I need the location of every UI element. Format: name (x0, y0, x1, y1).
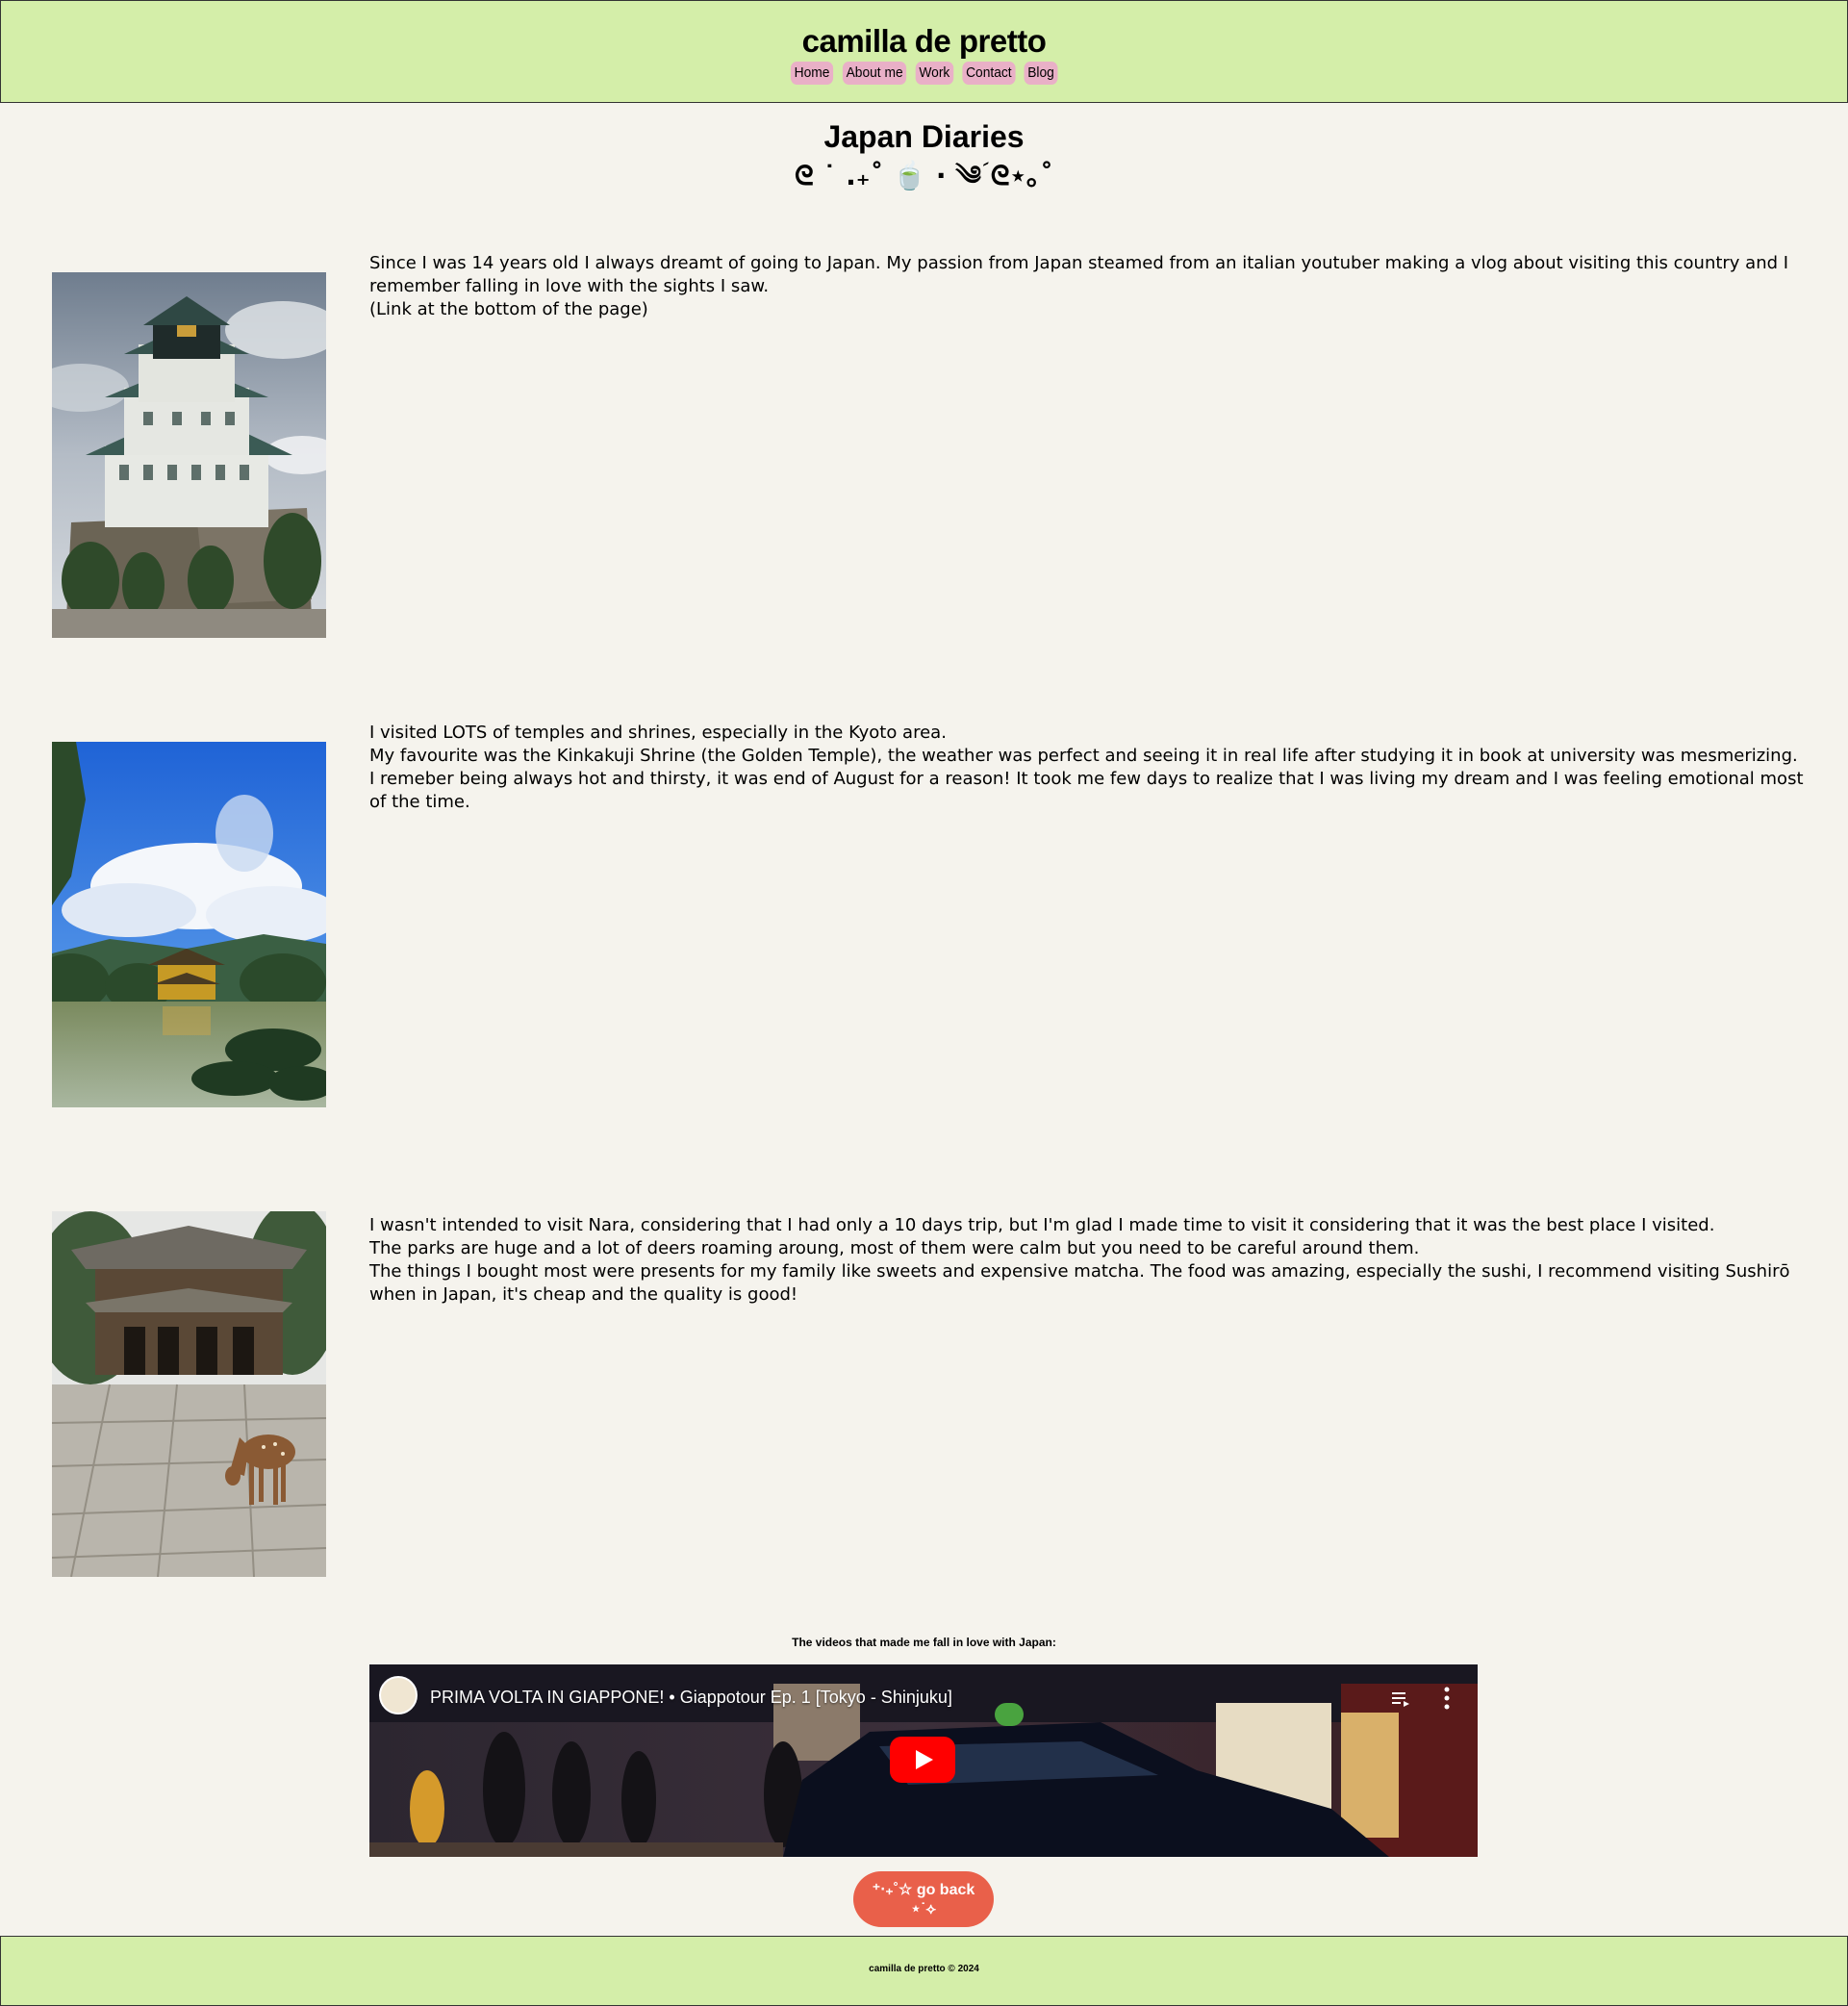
video-title[interactable]: PRIMA VOLTA IN GIAPPONE! • Giappotour Ep… (430, 1686, 952, 1709)
entry-1-text: Since I was 14 years old I always dreamt… (369, 252, 1822, 321)
nav-blog[interactable]: Blog (1024, 62, 1058, 85)
nav-contact[interactable]: Contact (962, 62, 1016, 85)
more-vertical-icon[interactable] (1443, 1686, 1451, 1711)
osaka-castle-image (52, 272, 326, 638)
entry-1-paragraph-1: Since I was 14 years old I always dreamt… (369, 253, 1789, 296)
page-title: Japan Diaries (823, 119, 1025, 154)
footer-copyright: camilla de pretto © 2024 (869, 1964, 979, 1974)
nav-about-me[interactable]: About me (843, 62, 907, 85)
entry-3-paragraph-2: The parks are huge and a lot of deers ro… (369, 1238, 1420, 1258)
go-back-button[interactable]: ⁺‧₊˚☆ go back ⋆˙⟡ (853, 1871, 994, 1927)
site-title: camilla de pretto (801, 23, 1047, 59)
entry-2-paragraph-1: I visited LOTS of temples and shrines, e… (369, 723, 947, 743)
site-header: camilla de pretto Home About me Work Con… (0, 0, 1848, 103)
decorative-emoji-line: ᘓ ˙ .₊˚ 🍵 · ༄ؘ ᘓ⋆｡˚ (794, 160, 1054, 191)
kinkakuji-image (52, 742, 326, 1107)
site-footer: camilla de pretto © 2024 (0, 1936, 1848, 2006)
playlist-queue-icon[interactable] (1391, 1689, 1410, 1709)
videos-heading: The videos that made me fall in love wit… (792, 1636, 1056, 1649)
entry-1-paragraph-2: (Link at the bottom of the page) (369, 299, 648, 319)
entry-3-paragraph-3: The things I bought most were presents f… (369, 1261, 1790, 1305)
nara-deer-image (52, 1211, 326, 1577)
main-nav: Home About me Work Contact Blog (1, 62, 1847, 85)
youtube-embed[interactable]: PRIMA VOLTA IN GIAPPONE! • Giappotour Ep… (369, 1664, 1478, 1857)
channel-avatar[interactable] (379, 1676, 418, 1714)
entry-3-paragraph-1: I wasn't intended to visit Nara, conside… (369, 1215, 1715, 1235)
entry-2-text: I visited LOTS of temples and shrines, e… (369, 722, 1822, 814)
nav-home[interactable]: Home (791, 62, 834, 85)
entry-2-paragraph-3: I remeber being always hot and thirsty, … (369, 769, 1804, 812)
entry-3-text: I wasn't intended to visit Nara, conside… (369, 1214, 1822, 1307)
nav-work[interactable]: Work (916, 62, 954, 85)
youtube-play-icon[interactable] (890, 1737, 955, 1783)
entry-2-paragraph-2: My favourite was the Kinkakuji Shrine (t… (369, 746, 1798, 766)
